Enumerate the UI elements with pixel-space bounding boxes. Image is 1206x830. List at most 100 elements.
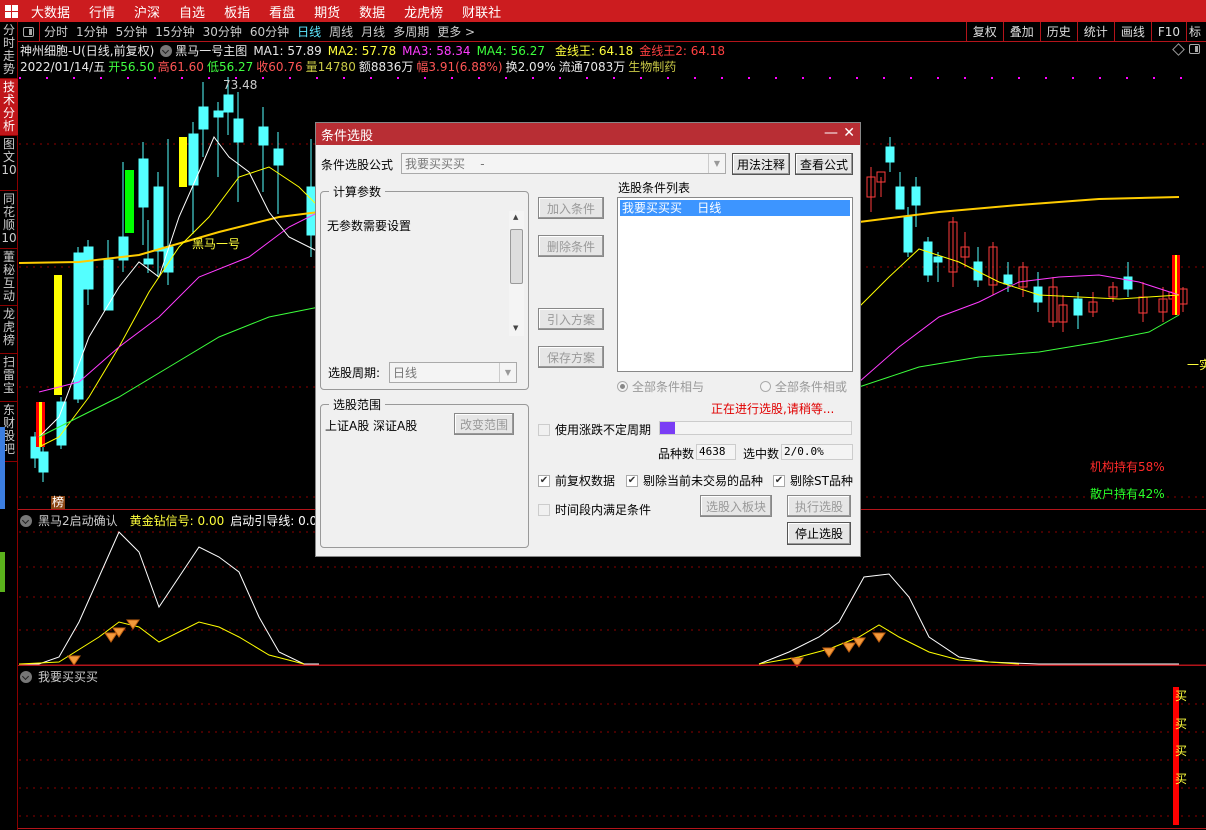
- nav-tab-technical[interactable]: 技术分析: [0, 79, 18, 136]
- indicator-dropdown-icon[interactable]: [160, 45, 173, 57]
- panel-divider: [18, 665, 1206, 666]
- panel3-header: 我要买买买: [20, 668, 98, 685]
- menu-dragon-tiger[interactable]: 龙虎榜: [395, 2, 453, 21]
- period-satisfy-checkbox[interactable]: 时间段内满足条件: [538, 501, 651, 518]
- dialog-titlebar[interactable]: 条件选股 — ✕: [316, 123, 860, 145]
- forward-adjust-checkbox[interactable]: ✔ 前复权数据: [538, 472, 615, 489]
- draw-button[interactable]: 画线: [1113, 22, 1151, 42]
- stats-button[interactable]: 统计: [1076, 22, 1114, 42]
- condition-list-item[interactable]: 我要买买买 日线: [620, 200, 850, 216]
- change-scope-button[interactable]: 改变范围: [454, 413, 514, 435]
- period-30min[interactable]: 30分钟: [199, 23, 246, 40]
- candle-body: [273, 148, 284, 166]
- condition-list[interactable]: 我要买买买 日线: [617, 197, 853, 372]
- period-1min[interactable]: 1分钟: [72, 23, 112, 40]
- scope-group: 选股范围 上证A股 深证A股 改变范围: [320, 396, 529, 548]
- diamond-icon[interactable]: [1172, 42, 1185, 56]
- radio-all-or[interactable]: 全部条件相或: [760, 378, 847, 395]
- indicator-name[interactable]: 黑马一号主图: [175, 43, 247, 59]
- import-plan-button[interactable]: 引入方案: [538, 308, 604, 330]
- candle-body: [125, 170, 134, 233]
- sector[interactable]: 生物制药: [628, 59, 676, 75]
- app-menu-icon[interactable]: [0, 0, 22, 22]
- gold-line2-value: 金线王2: 64.18: [639, 44, 726, 58]
- nav-tab-f10[interactable]: 图文10: [0, 136, 18, 191]
- candle-body: [39, 402, 42, 447]
- signal-dot: [1072, 77, 1074, 79]
- mark-button[interactable]: 标记: [1186, 22, 1206, 42]
- params-text: 无参数需要设置: [327, 219, 412, 233]
- minimize-icon[interactable]: —: [824, 125, 838, 141]
- panel2-title[interactable]: 黑马2启动确认: [38, 512, 118, 529]
- stop-screening-button[interactable]: 停止选股: [787, 522, 851, 545]
- radio-dot: [760, 381, 771, 392]
- menu-hushen[interactable]: 沪深: [125, 2, 170, 21]
- view-formula-button[interactable]: 查看公式: [795, 153, 853, 175]
- nav-tab-intraday[interactable]: 分时走势: [0, 22, 18, 79]
- period-weekly[interactable]: 周线: [325, 23, 357, 40]
- period-intraday[interactable]: 分时: [40, 23, 72, 40]
- dialog-title: 条件选股: [321, 128, 374, 144]
- dragon-tiger-badge[interactable]: 榜: [51, 496, 66, 509]
- period-select[interactable]: 日线 ▼: [389, 362, 517, 383]
- period-daily[interactable]: 日线: [293, 23, 325, 40]
- exclude-untraded-checkbox[interactable]: ✔ 剔除当前未交易的品种: [626, 472, 763, 489]
- exclude-st-checkbox[interactable]: ✔ 剔除ST品种: [773, 472, 853, 489]
- formula-select[interactable]: 我要买买买 - ▼: [401, 153, 726, 174]
- delete-condition-button[interactable]: 删除条件: [538, 235, 604, 257]
- nav-tab-ths10[interactable]: 同花顺10: [0, 191, 18, 249]
- f10-button[interactable]: F10: [1150, 22, 1186, 42]
- menu-bigdata[interactable]: 大数据: [22, 2, 80, 21]
- close-icon[interactable]: ✕: [843, 125, 855, 141]
- menu-cls[interactable]: 财联社: [453, 2, 511, 21]
- panel-toggle-button[interactable]: [18, 21, 40, 42]
- period-more[interactable]: 更多 >: [433, 23, 479, 40]
- selected-value: 2/0.0%: [781, 444, 853, 460]
- period-multi[interactable]: 多周期: [389, 23, 433, 40]
- uncertain-period-checkbox[interactable]: 使用涨跌不定周期: [538, 421, 651, 438]
- panel2-dropdown-icon[interactable]: [20, 514, 32, 527]
- menu-watchlist[interactable]: 自选: [170, 2, 215, 21]
- scope-group-label: 选股范围: [329, 396, 386, 413]
- params-scrollbar[interactable]: ▲ ▼: [509, 211, 524, 336]
- scroll-thumb[interactable]: [510, 229, 523, 284]
- candle-body: [1073, 298, 1083, 316]
- menu-quotes[interactable]: 行情: [80, 2, 125, 21]
- add-condition-button[interactable]: 加入条件: [538, 197, 604, 219]
- nav-tab-dragon[interactable]: 龙虎榜: [0, 306, 18, 354]
- nav-tab-scan[interactable]: 扫雷宝: [0, 354, 18, 402]
- execute-screening-button[interactable]: 执行选股: [787, 495, 851, 517]
- panel3-title[interactable]: 我要买买买: [38, 668, 98, 685]
- bar-date: 2022/01/14/五: [20, 60, 106, 74]
- signal-dot: [613, 77, 615, 79]
- ma3-line: [858, 274, 1180, 383]
- period-monthly[interactable]: 月线: [357, 23, 389, 40]
- menu-indices[interactable]: 板指: [215, 2, 260, 21]
- adjust-button[interactable]: 复权: [965, 22, 1003, 42]
- high-price: 高61.60: [157, 60, 204, 74]
- menu-futures[interactable]: 期货: [305, 2, 350, 21]
- history-button[interactable]: 历史: [1039, 22, 1077, 42]
- menu-monitor[interactable]: 看盘: [260, 2, 305, 21]
- candle-body: [923, 241, 933, 276]
- buy-mark: 买: [1175, 717, 1188, 731]
- layout-toggle-icon[interactable]: [1189, 44, 1200, 54]
- signal-dot: [532, 77, 534, 79]
- save-plan-button[interactable]: 保存方案: [538, 346, 604, 368]
- nav-tab-secretary[interactable]: 董秘互动: [0, 249, 18, 306]
- period-15min[interactable]: 15分钟: [151, 23, 198, 40]
- nav-scroll-indicator[interactable]: [0, 427, 5, 509]
- add-to-block-button[interactable]: 选股入板块: [700, 495, 772, 517]
- params-group-label: 计算参数: [329, 183, 386, 200]
- radio-all-and[interactable]: 全部条件相与: [617, 378, 704, 395]
- scroll-up-icon[interactable]: ▲: [513, 213, 518, 221]
- overlay-button[interactable]: 叠加: [1002, 22, 1040, 42]
- period-60min[interactable]: 60分钟: [246, 23, 293, 40]
- period-5min[interactable]: 5分钟: [112, 23, 152, 40]
- panel2-header: 黑马2启动确认 黄金钻信号: 0.00 启动引导线: 0.00: [20, 512, 325, 529]
- panel3-dropdown-icon[interactable]: [20, 670, 32, 683]
- usage-notes-button[interactable]: 用法注释: [732, 153, 790, 175]
- candle-body: [103, 259, 114, 311]
- scroll-down-icon[interactable]: ▼: [513, 324, 518, 332]
- menu-data[interactable]: 数据: [350, 2, 395, 21]
